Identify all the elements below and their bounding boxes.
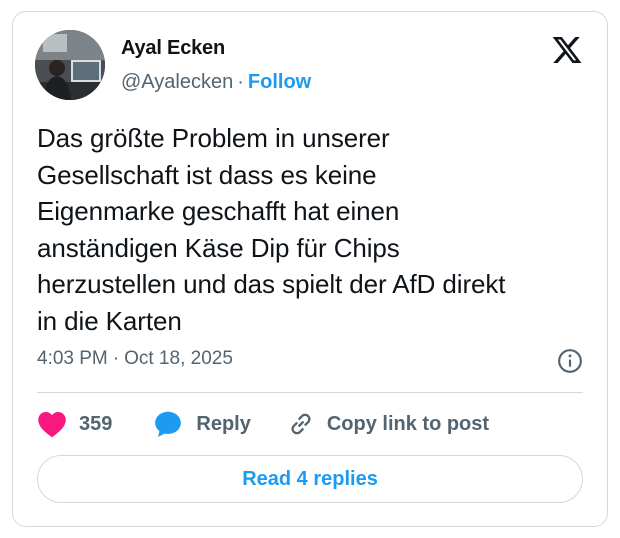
like-count: 359 xyxy=(79,412,113,435)
x-logo-icon[interactable] xyxy=(551,34,583,66)
tweet-text-line: Gesellschaft ist dass es keine xyxy=(37,159,377,190)
tweet-time: 4:03 PM xyxy=(37,348,108,369)
tweet-text-line: herzustellen und das spielt der AfD dire… xyxy=(37,269,506,299)
copy-link-button[interactable]: Copy link to post xyxy=(287,410,489,438)
tweet-text-line: anständigen Käse Dip für Chips xyxy=(37,232,400,263)
author-handle[interactable]: @Ayalecken xyxy=(121,71,233,93)
tweet-card: Ayal Ecken @Ayalecken · Follow Das größte … xyxy=(12,11,608,527)
author-name[interactable]: Ayal Ecken xyxy=(121,37,225,60)
follow-button[interactable]: Follow xyxy=(248,71,311,93)
like-button[interactable]: 359 xyxy=(37,410,112,438)
tweet-text: Das größte Problem in unserer Gesellscha… xyxy=(37,120,597,339)
tweet-text-line: in die Karten xyxy=(37,305,182,336)
author-handle-row: @Ayalecken · Follow xyxy=(121,71,311,94)
info-icon[interactable] xyxy=(557,348,583,374)
link-icon xyxy=(291,413,311,435)
heart-icon xyxy=(38,412,66,438)
copy-link-label: Copy link to post xyxy=(326,412,490,435)
speech-bubble-icon xyxy=(155,411,182,437)
divider xyxy=(37,392,583,393)
avatar[interactable] xyxy=(35,30,105,100)
read-replies-button[interactable]: Read 4 replies xyxy=(37,455,583,503)
tweet-date: Oct 18, 2025 xyxy=(124,348,233,369)
avatar-photo xyxy=(35,30,105,100)
tweet-text-line: Das größte Problem in unserer xyxy=(37,123,390,153)
reply-label: Reply xyxy=(196,412,251,435)
action-bar: 359 Reply Copy link to post xyxy=(37,409,489,439)
timestamp-separator: · xyxy=(112,348,120,369)
tweet-text-line: Eigenmarke geschafft hat einen xyxy=(37,196,400,226)
reply-button[interactable]: Reply xyxy=(154,410,251,438)
handle-separator: · xyxy=(237,71,244,93)
read-replies-label: Read 4 replies xyxy=(242,467,378,490)
tweet-timestamp[interactable]: 4:03 PM · Oct 18, 2025 xyxy=(37,348,233,370)
